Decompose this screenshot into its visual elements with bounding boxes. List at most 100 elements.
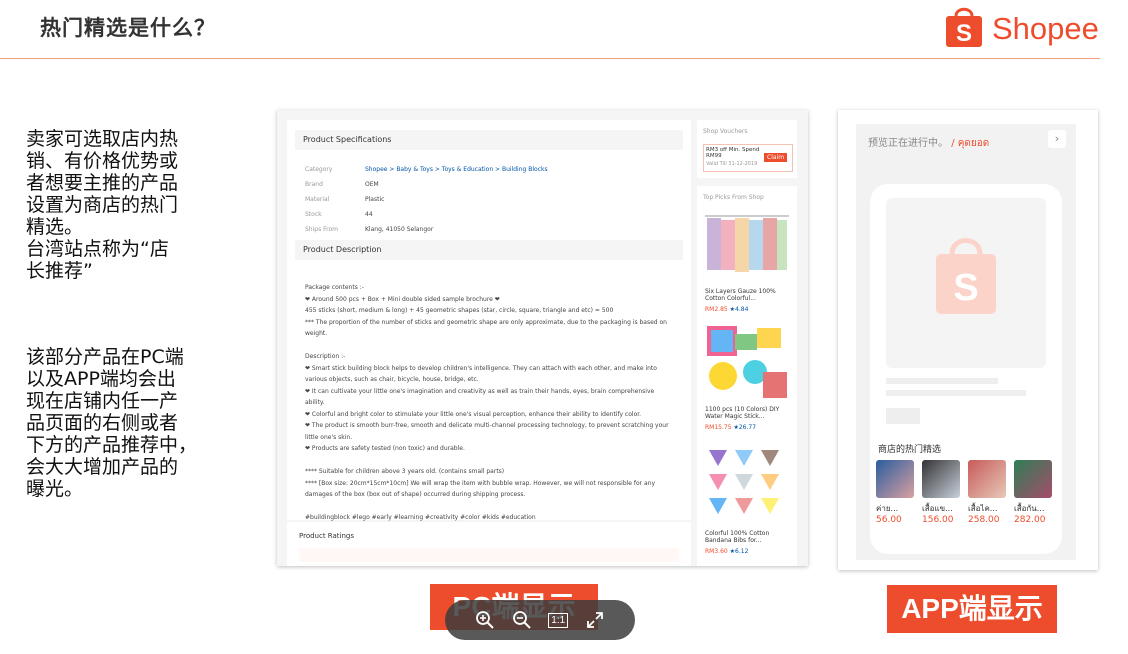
description-line (305, 340, 675, 352)
phone-mockup: S 商店的热门精选 ค่าย... 56.00 เสื้อแข... 156.00 เส… (870, 184, 1062, 554)
description-line: ❤ The product is smooth burr-free, smoot… (305, 422, 669, 441)
header-divider (0, 58, 1100, 59)
app-item-price: 56.00 (876, 515, 902, 525)
pick-price-value: RM2.85 (705, 306, 728, 313)
pick-name: Six Layers Gauze 100% Cotton Colorful... (705, 288, 776, 302)
page-title: 热门精选是什么？ (40, 16, 216, 40)
app-hot-pick-item[interactable]: ค่าย... 56.00 (874, 460, 918, 530)
actual-size-label: 1:1 (548, 612, 569, 628)
pick-rating: 26.77 (738, 424, 757, 431)
app-item-name: ค่าย... (876, 504, 899, 513)
pick-name: 1100 pcs (10 Colors) DIY Water Magic Sti… (705, 406, 780, 420)
shopee-logo: S Shopee (944, 4, 1099, 48)
app-item-name: เสื้อแข... (922, 504, 953, 513)
app-preview: 预览正在进行中。 / คุดยอด › S 商店的热门精选 ค่าย... 56.… (838, 110, 1098, 570)
app-display-label: APP端显示 (887, 585, 1057, 633)
pick-price: RM15.75 ★26.77 (705, 424, 757, 431)
app-hot-pick-item[interactable]: เสื้อกัน... 282.00 (1012, 460, 1056, 530)
top-pick-item[interactable]: 1100 pcs (10 Colors) DIY Water Magic Sti… (697, 322, 797, 434)
spec-header: Product Specifications (295, 130, 683, 150)
description-line: **** Suitable for children above 3 years… (305, 468, 505, 475)
description-line: ❤ Colorful and bright color to stimulate… (305, 410, 642, 418)
voucher-valid: Valid Till 31-12-2019 (706, 161, 758, 167)
top-pick-item[interactable]: Colorful 100% Cotton Bandana Bibs for...… (697, 440, 797, 556)
preview-banner-text: 预览正在进行中。 (868, 138, 948, 149)
spec-row: Stock 44 (305, 211, 675, 218)
spec-key: Ships From (305, 226, 338, 233)
pick-price-value: RM3.60 (705, 548, 728, 555)
svg-text:S: S (956, 20, 972, 47)
description-line: 455 sticks (short, medium & long) + 45 g… (305, 307, 614, 314)
app-item-price: 282.00 (1014, 515, 1046, 525)
voucher-card[interactable]: RM3 off Min. Spend RM99 Valid Till 31-12… (703, 144, 793, 172)
shopee-bag-placeholder-icon: S (936, 238, 996, 314)
image-viewer-toolbar: 1:1 (445, 600, 635, 640)
chevron-right-icon[interactable]: › (1048, 130, 1066, 148)
spec-row: Ships From Klang, 41050 Selangor (305, 226, 675, 233)
spec-row: Category Shopee > Baby & Toys > Toys & Ed… (305, 166, 675, 173)
spec-value: Klang, 41050 Selangor (365, 226, 434, 233)
placeholder-line (886, 390, 1026, 396)
spec-value[interactable]: Shopee > Baby & Toys > Toys & Education … (365, 166, 548, 173)
zoom-in-icon[interactable] (472, 607, 498, 633)
app-screen: 预览正在进行中。 / คุดยอด › S 商店的热门精选 ค่าย... 56.… (856, 124, 1076, 560)
vouchers-title: Shop Vouchers (703, 128, 748, 135)
pick-rating: 6.12 (735, 548, 749, 555)
spec-key: Stock (305, 211, 322, 218)
display-paragraph: 该部分产品在PC端 以及APP端均会出 现在店铺内任一产 品页面的右侧或者 下方… (26, 346, 198, 500)
ratings-header: Product Ratings (299, 532, 355, 540)
gauze-towel-image (705, 215, 789, 272)
description-line (305, 501, 675, 513)
product-description: Package contents :- ❤ Around 500 pcs + Bo… (305, 282, 675, 524)
shopee-bag-icon: S (944, 4, 984, 48)
app-item-price: 156.00 (922, 515, 954, 525)
claim-button[interactable]: Claim (764, 153, 788, 162)
bandana-bibs-image (709, 450, 779, 514)
description-line: ❤ Products are safety tested (non toxic)… (305, 445, 465, 452)
description-line: ❤ Around 500 pcs + Box + Mini double sid… (305, 295, 500, 303)
app-item-image (922, 460, 960, 498)
description-line: ❤ It can cultivate your little one's ima… (305, 387, 655, 407)
app-hot-pick-item[interactable]: เสื้อไค... 258.00 (966, 460, 1010, 530)
placeholder-block (886, 408, 920, 424)
description-line: **** [Box size: 20cm*15cm*10cm] We will … (305, 479, 656, 499)
product-detail-panel: Product Specifications Category Shopee > … (287, 120, 691, 521)
app-item-name: เสื้อไค... (968, 504, 998, 513)
zoom-out-icon[interactable] (509, 607, 535, 633)
top-picks-box: Top Picks From Shop Six Layers Gauze 100… (697, 186, 797, 566)
spec-key: Category (305, 166, 333, 173)
spec-key: Material (305, 196, 330, 203)
actual-size-button[interactable]: 1:1 (545, 607, 571, 633)
pick-price: RM3.60 ★6.12 (705, 548, 749, 555)
pc-preview: Product Specifications Category Shopee > … (277, 110, 808, 566)
description-line: ❤ Smart stick building block helps to de… (305, 364, 657, 384)
description-line: *** The proportion of the number of stic… (305, 318, 667, 338)
app-item-price: 258.00 (968, 515, 1000, 525)
app-item-image (1014, 460, 1052, 498)
fullscreen-icon[interactable] (582, 607, 608, 633)
svg-text:S: S (953, 267, 978, 309)
description-line: Description :- (305, 353, 346, 360)
preview-banner: 预览正在进行中。 / คุดยอด (868, 134, 989, 151)
spec-row: Brand OEM (305, 181, 675, 188)
desc-header: Product Description (295, 240, 683, 260)
pick-price-value: RM15.75 (705, 424, 732, 431)
spec-key: Brand (305, 181, 323, 188)
product-image-placeholder: S (886, 198, 1046, 368)
app-item-image (968, 460, 1006, 498)
spec-value: Plastic (365, 196, 385, 203)
voucher-text: RM3 off Min. Spend RM99 (706, 147, 760, 159)
description-line (305, 455, 675, 467)
magic-stick-image (707, 326, 787, 398)
ratings-panel: Product Ratings (287, 522, 691, 566)
intro-paragraph: 卖家可选取店内热 销、有价格优势或 者想要主推的产品 设置为商店的热门 精选。 … (26, 128, 179, 282)
preview-banner-thai: / คุดยอด (951, 138, 990, 149)
top-picks-title: Top Picks From Shop (703, 194, 764, 201)
top-pick-item[interactable]: Six Layers Gauze 100% Cotton Colorful...… (697, 208, 797, 318)
spec-value: OEM (365, 181, 379, 188)
app-hot-pick-item[interactable]: เสื้อแข... 156.00 (920, 460, 964, 530)
app-item-name: เสื้อกัน... (1014, 504, 1045, 513)
spec-value: 44 (365, 211, 373, 218)
pick-name: Colorful 100% Cotton Bandana Bibs for... (705, 530, 770, 544)
spec-row: Material Plastic (305, 196, 675, 203)
